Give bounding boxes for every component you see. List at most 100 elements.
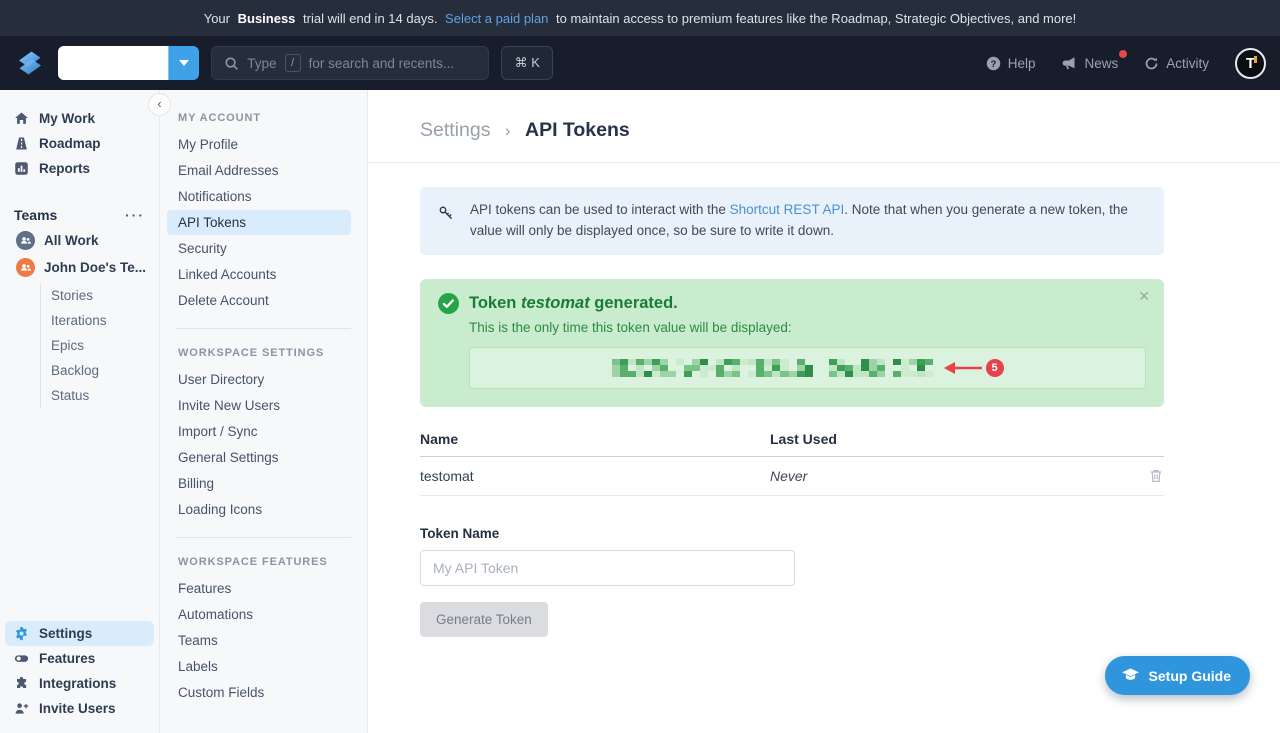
- sidebar-team-john-does-team[interactable]: John Doe's Te...: [0, 254, 159, 281]
- settings-nav-user-directory[interactable]: User Directory: [167, 367, 351, 392]
- road-icon: [14, 136, 29, 151]
- primary-sidebar: My Work Roadmap Reports Teams ···: [0, 90, 160, 733]
- create-story-dropdown-button[interactable]: [168, 46, 199, 80]
- search-input[interactable]: Type / for search and recents...: [211, 46, 489, 80]
- redacted-token-value: [612, 359, 934, 377]
- sidebar-item-invite-users[interactable]: Invite Users: [5, 696, 154, 721]
- close-icon[interactable]: ✕: [1138, 288, 1150, 305]
- megaphone-icon: [1061, 55, 1077, 71]
- navbar-right-group: ? Help News Activity T: [986, 48, 1266, 79]
- token-name-input[interactable]: [420, 550, 795, 586]
- sidebar-item-label: My Work: [39, 111, 95, 126]
- settings-nav-my-profile[interactable]: My Profile: [167, 132, 351, 157]
- sidebar-item-features[interactable]: Features: [5, 646, 154, 671]
- setup-guide-button[interactable]: Setup Guide: [1105, 656, 1250, 695]
- token-value-box: 5: [469, 347, 1146, 389]
- teams-header-label: Teams: [14, 207, 57, 223]
- user-avatar[interactable]: T: [1235, 48, 1266, 79]
- shortcut-logo-icon[interactable]: [14, 47, 46, 79]
- sidebar-item-integrations[interactable]: Integrations: [5, 671, 154, 696]
- search-icon: [224, 56, 239, 71]
- people-icon: [19, 234, 32, 247]
- people-icon: [19, 261, 32, 274]
- token-name-cell: testomat: [420, 468, 770, 484]
- activity-button[interactable]: Activity: [1144, 56, 1209, 71]
- avatar-accent-mark: [1254, 56, 1257, 63]
- toggle-icon: [14, 651, 29, 666]
- sidebar-item-my-work[interactable]: My Work: [0, 106, 159, 131]
- search-shortcut-badge[interactable]: ⌘ K: [501, 46, 553, 80]
- settings-nav-features[interactable]: Features: [167, 576, 351, 601]
- puzzle-icon: [14, 676, 29, 691]
- help-button[interactable]: ? Help: [986, 56, 1036, 71]
- section-header-workspace-features: Workspace Features: [178, 556, 351, 568]
- alert-title: Token testomat generated.: [469, 294, 678, 313]
- teams-more-icon[interactable]: ···: [125, 211, 145, 219]
- token-generated-alert: ✕ Token testomat generated. This is the …: [420, 279, 1164, 407]
- settings-nav-delete-account[interactable]: Delete Account: [167, 288, 351, 313]
- table-header-row: Name Last Used: [420, 431, 1164, 457]
- settings-nav-teams[interactable]: Teams: [167, 628, 351, 653]
- sidebar-item-label: Roadmap: [39, 136, 101, 151]
- sidebar-item-stories[interactable]: Stories: [41, 283, 159, 308]
- select-paid-plan-link[interactable]: Select a paid plan: [445, 11, 548, 26]
- settings-nav-loading-icons[interactable]: Loading Icons: [167, 497, 351, 522]
- check-circle-icon: [438, 293, 459, 314]
- settings-nav-linked-accounts[interactable]: Linked Accounts: [167, 262, 351, 287]
- section-header-workspace-settings: Workspace Settings: [178, 347, 351, 359]
- breadcrumb-separator: ›: [505, 121, 511, 140]
- settings-nav-invite-new-users[interactable]: Invite New Users: [167, 393, 351, 418]
- all-work-avatar: [16, 231, 35, 250]
- sidebar-item-reports[interactable]: Reports: [0, 156, 159, 181]
- news-notification-dot: [1119, 50, 1127, 58]
- settings-nav-api-tokens[interactable]: API Tokens: [167, 210, 351, 235]
- settings-nav-import-sync[interactable]: Import / Sync: [167, 419, 351, 444]
- settings-nav-billing[interactable]: Billing: [167, 471, 351, 496]
- generate-token-button[interactable]: Generate Token: [420, 602, 548, 637]
- settings-nav-custom-fields[interactable]: Custom Fields: [167, 680, 351, 705]
- divider: [176, 537, 351, 538]
- chevron-down-icon: [179, 60, 189, 66]
- create-story-split-button[interactable]: Create Story: [58, 46, 199, 80]
- svg-text:?: ?: [990, 58, 996, 68]
- activity-label: Activity: [1166, 56, 1209, 71]
- news-label: News: [1084, 56, 1118, 71]
- team-label: All Work: [44, 233, 99, 248]
- alert-title-suffix: generated.: [590, 294, 678, 312]
- banner-text: trial will end in 14 days.: [299, 11, 441, 26]
- sidebar-item-backlog[interactable]: Backlog: [41, 358, 159, 383]
- sidebar-item-label: Reports: [39, 161, 90, 176]
- bar-chart-icon: [14, 161, 29, 176]
- home-icon: [14, 111, 29, 126]
- settings-nav-email-addresses[interactable]: Email Addresses: [167, 158, 351, 183]
- settings-nav-notifications[interactable]: Notifications: [167, 184, 351, 209]
- settings-nav-security[interactable]: Security: [167, 236, 351, 261]
- sidebar-item-epics[interactable]: Epics: [41, 333, 159, 358]
- team-avatar: [16, 258, 35, 277]
- delete-token-button[interactable]: [1148, 468, 1164, 484]
- tokens-table: Name Last Used testomat Never: [420, 431, 1164, 496]
- sidebar-bottom-group: Settings Features Integrations Invite Us…: [0, 621, 159, 721]
- sidebar-item-roadmap[interactable]: Roadmap: [0, 131, 159, 156]
- shortcut-rest-api-link[interactable]: Shortcut REST API: [730, 202, 845, 217]
- sidebar-item-status[interactable]: Status: [41, 383, 159, 408]
- sidebar-item-iterations[interactable]: Iterations: [41, 308, 159, 333]
- info-text-before: API tokens can be used to interact with …: [470, 202, 730, 217]
- settings-nav-automations[interactable]: Automations: [167, 602, 351, 627]
- table-row: testomat Never: [420, 457, 1164, 496]
- section-header-my-account: My Account: [178, 112, 351, 124]
- breadcrumb-settings[interactable]: Settings: [420, 119, 490, 141]
- sidebar-team-all-work[interactable]: All Work: [0, 227, 159, 254]
- sidebar-item-settings[interactable]: Settings: [5, 621, 154, 646]
- trash-icon: [1148, 468, 1164, 484]
- create-story-button[interactable]: Create Story: [58, 46, 168, 80]
- token-name-label: Token Name: [420, 526, 1164, 541]
- sidebar-item-label: Settings: [39, 626, 92, 641]
- settings-nav-general-settings[interactable]: General Settings: [167, 445, 351, 470]
- settings-nav-labels[interactable]: Labels: [167, 654, 351, 679]
- sidebar-collapse-button[interactable]: ‹: [148, 93, 171, 116]
- team-label: John Doe's Te...: [44, 260, 146, 275]
- news-button[interactable]: News: [1061, 55, 1118, 71]
- alert-subtitle: This is the only time this token value w…: [469, 320, 1146, 335]
- api-tokens-info-box: API tokens can be used to interact with …: [420, 187, 1164, 255]
